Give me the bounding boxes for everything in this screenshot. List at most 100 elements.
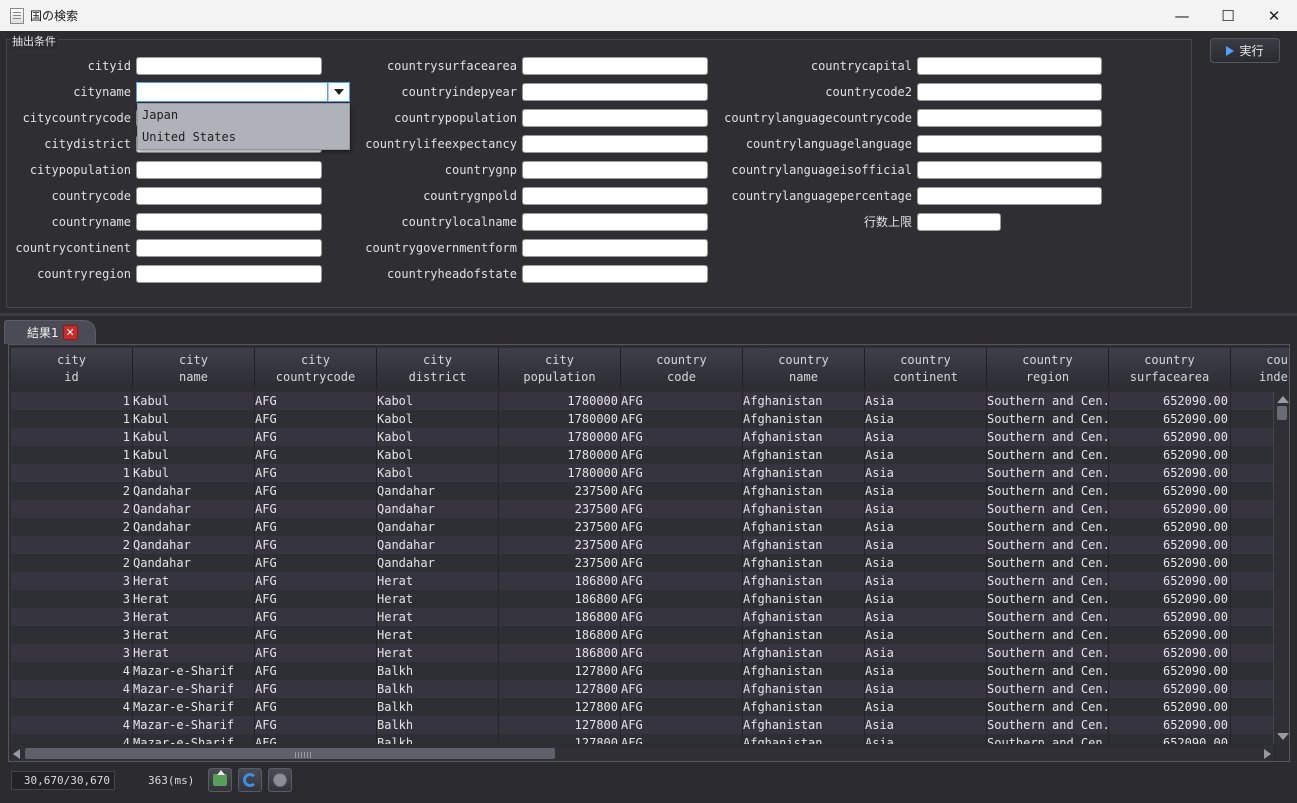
refresh-button[interactable] bbox=[238, 768, 262, 792]
column-header[interactable]: country region bbox=[987, 348, 1109, 389]
table-row[interactable]: 4 Mazar-e-Sharif AFG Balkh 127800 AFG Afghanis… bbox=[11, 680, 1273, 698]
table-cell: Afghanistan bbox=[743, 500, 865, 518]
table-cell: 652090.00 bbox=[1109, 464, 1231, 482]
column-header[interactable]: country indepyear bbox=[1231, 348, 1289, 389]
table-cell: AFG bbox=[621, 680, 743, 698]
scroll-left-icon[interactable] bbox=[13, 749, 20, 759]
table-cell: Qandahar bbox=[133, 518, 255, 536]
table-cell: 127800 bbox=[499, 680, 621, 698]
close-icon[interactable]: ✕ bbox=[62, 325, 78, 340]
table-cell: Balkh bbox=[377, 716, 499, 734]
stop-button[interactable] bbox=[268, 768, 292, 792]
table-cell: AFG bbox=[255, 662, 377, 680]
panel-splitter[interactable] bbox=[0, 313, 1297, 316]
table-row[interactable]: 1 Kabul AFG Kabol 1780000 AFG Afghanistan Asia S… bbox=[11, 392, 1273, 410]
table-cell: 2 bbox=[11, 482, 133, 500]
table-row[interactable]: 2 Qandahar AFG Qandahar 237500 AFG Afghanistan… bbox=[11, 554, 1273, 572]
table-row[interactable]: 1 Kabul AFG Kabol 1780000 AFG Afghanistan Asia S… bbox=[11, 428, 1273, 446]
table-row[interactable]: 2 Qandahar AFG Qandahar 237500 AFG Afghanistan… bbox=[11, 518, 1273, 536]
label-countryheadofstate: countryheadofstate bbox=[386, 267, 517, 281]
horizontal-scroll-thumb[interactable] bbox=[25, 748, 555, 759]
table-row[interactable]: 1 Kabul AFG Kabol 1780000 AFG Afghanistan Asia S… bbox=[11, 446, 1273, 464]
column-header[interactable]: country code bbox=[621, 348, 743, 389]
table-cell: AFG bbox=[255, 464, 377, 482]
table-cell: Qandahar bbox=[133, 536, 255, 554]
close-button[interactable]: ✕ bbox=[1251, 0, 1297, 31]
table-cell: 652090.00 bbox=[1109, 626, 1231, 644]
tab-result-1[interactable]: 結果1 ✕ bbox=[4, 320, 96, 344]
column-header[interactable]: city name bbox=[133, 348, 255, 389]
column-header[interactable]: city id bbox=[11, 348, 133, 389]
table-cell: Qandahar bbox=[133, 554, 255, 572]
table-cell: 3 bbox=[11, 608, 133, 626]
table-row[interactable]: 3 Herat AFG Herat 186800 AFG Afghanistan Asia So… bbox=[11, 626, 1273, 644]
table-cell: 1 bbox=[11, 464, 133, 482]
table-row[interactable]: 4 Mazar-e-Sharif AFG Balkh 127800 AFG Afghanis… bbox=[11, 734, 1273, 744]
countrygovernmentform-input[interactable] bbox=[522, 239, 708, 257]
minimize-button[interactable]: — bbox=[1159, 0, 1205, 31]
export-button[interactable] bbox=[208, 768, 232, 792]
horizontal-scrollbar[interactable] bbox=[11, 746, 1273, 761]
table-cell: Asia bbox=[865, 482, 987, 500]
countrycode2-input[interactable] bbox=[917, 83, 1102, 101]
dropdown-option-japan[interactable]: Japan bbox=[138, 104, 349, 126]
table-row[interactable]: 4 Mazar-e-Sharif AFG Balkh 127800 AFG Afghanis… bbox=[11, 698, 1273, 716]
table-row[interactable]: 3 Herat AFG Herat 186800 AFG Afghanistan Asia So… bbox=[11, 590, 1273, 608]
column-header[interactable]: city population bbox=[499, 348, 621, 389]
table-cell: 237500 bbox=[499, 500, 621, 518]
countryheadofstate-input[interactable] bbox=[522, 265, 708, 283]
table-row[interactable]: 4 Mazar-e-Sharif AFG Balkh 127800 AFG Afghanis… bbox=[11, 662, 1273, 680]
scroll-right-icon[interactable] bbox=[1264, 749, 1271, 759]
table-cell: Asia bbox=[865, 734, 987, 744]
countrylanguageisofficial-input[interactable] bbox=[917, 161, 1102, 179]
vertical-scroll-thumb[interactable] bbox=[1277, 406, 1287, 420]
countrylanguagecountrycode-input[interactable] bbox=[917, 109, 1102, 127]
行数上限-input[interactable] bbox=[917, 213, 1001, 231]
table-cell: 186800 bbox=[499, 608, 621, 626]
table-cell: Asia bbox=[865, 392, 987, 410]
table-cell: Mazar-e-Sharif bbox=[133, 698, 255, 716]
window-controls: — ☐ ✕ bbox=[1159, 0, 1297, 31]
column-header[interactable]: city district bbox=[377, 348, 499, 389]
table-cell: AFG bbox=[255, 500, 377, 518]
scroll-down-icon[interactable] bbox=[1277, 733, 1289, 740]
column-header[interactable]: country surfacearea bbox=[1109, 348, 1231, 389]
countrylanguagepercentage-input[interactable] bbox=[917, 187, 1102, 205]
column-header[interactable]: country continent bbox=[865, 348, 987, 389]
table-row[interactable]: 2 Qandahar AFG Qandahar 237500 AFG Afghanistan… bbox=[11, 536, 1273, 554]
cityname-dropdown-list: Japan United States bbox=[137, 103, 350, 150]
table-row[interactable]: 4 Mazar-e-Sharif AFG Balkh 127800 AFG Afghanis… bbox=[11, 716, 1273, 734]
table-row[interactable]: 3 Herat AFG Herat 186800 AFG Afghanistan Asia So… bbox=[11, 644, 1273, 662]
countrycapital-input[interactable] bbox=[917, 57, 1102, 75]
table-cell: Southern and Cen... bbox=[987, 428, 1109, 446]
table-cell: Herat bbox=[377, 590, 499, 608]
vertical-scrollbar[interactable] bbox=[1273, 392, 1289, 744]
table-row[interactable]: 2 Qandahar AFG Qandahar 237500 AFG Afghanistan… bbox=[11, 482, 1273, 500]
run-button[interactable]: 実行 bbox=[1210, 38, 1280, 63]
table-cell: AFG bbox=[621, 536, 743, 554]
table-cell: 652090.00 bbox=[1109, 518, 1231, 536]
table-cell: 3 bbox=[11, 626, 133, 644]
table-row[interactable]: 1 Kabul AFG Kabol 1780000 AFG Afghanistan Asia S… bbox=[11, 410, 1273, 428]
maximize-button[interactable]: ☐ bbox=[1205, 0, 1251, 31]
table-cell: Southern and Cen... bbox=[987, 590, 1109, 608]
table-cell: 2 bbox=[11, 518, 133, 536]
table-cell: 652090.00 bbox=[1109, 554, 1231, 572]
table-cell: AFG bbox=[255, 716, 377, 734]
label-cityid: cityid bbox=[87, 59, 131, 73]
table-cell: AFG bbox=[621, 590, 743, 608]
countrylanguagelanguage-input[interactable] bbox=[917, 135, 1102, 153]
table-cell: Afghanistan bbox=[743, 662, 865, 680]
column-header[interactable]: country name bbox=[743, 348, 865, 389]
table-row[interactable]: 3 Herat AFG Herat 186800 AFG Afghanistan Asia So… bbox=[11, 572, 1273, 590]
column-header[interactable]: city countrycode bbox=[255, 348, 377, 389]
dropdown-option-united-states[interactable]: United States bbox=[138, 126, 349, 148]
table-row[interactable]: 1 Kabul AFG Kabol 1780000 AFG Afghanistan Asia S… bbox=[11, 464, 1273, 482]
table-cell: Afghanistan bbox=[743, 644, 865, 662]
table-row[interactable]: 3 Herat AFG Herat 186800 AFG Afghanistan Asia So… bbox=[11, 608, 1273, 626]
label-countrycapital: countrycapital bbox=[810, 59, 912, 73]
table-row[interactable]: 2 Qandahar AFG Qandahar 237500 AFG Afghanistan… bbox=[11, 500, 1273, 518]
table-cell: Asia bbox=[865, 608, 987, 626]
scroll-up-icon[interactable] bbox=[1277, 396, 1289, 403]
table-cell: 652090.00 bbox=[1109, 428, 1231, 446]
